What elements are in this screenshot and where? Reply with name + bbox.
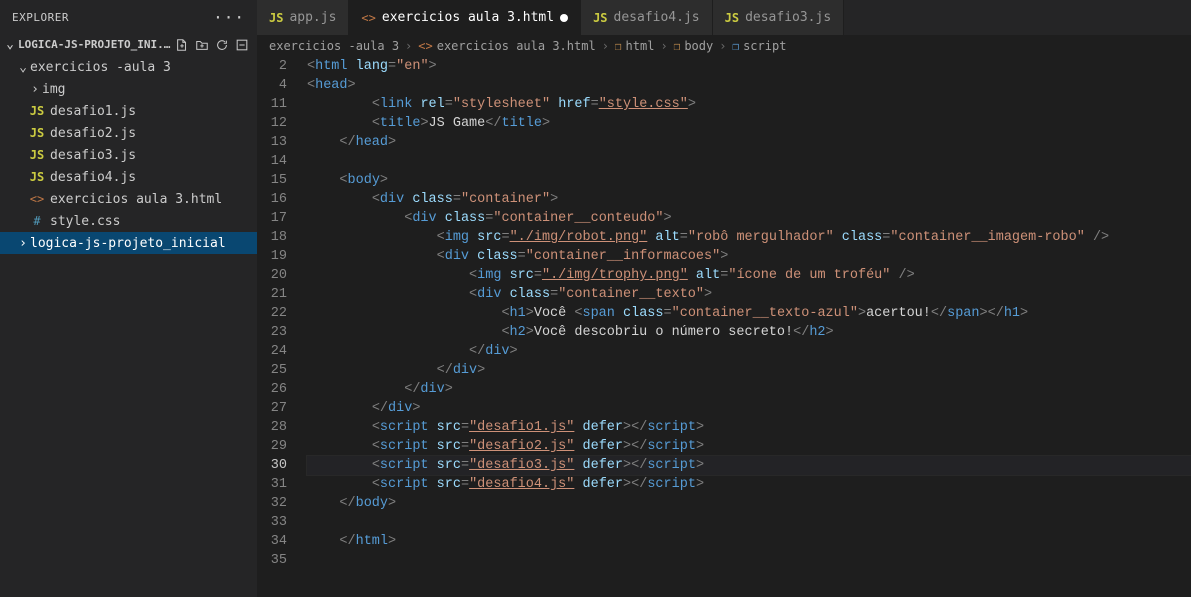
file-label: desafio1.js <box>50 104 136 119</box>
file-label: exercicios aula 3.html <box>50 192 222 207</box>
folder-img[interactable]: › img <box>0 78 257 100</box>
file-label: desafio3.js <box>50 148 136 163</box>
editor-area: JS app.js <> exercicios aula 3.html JS d… <box>257 0 1191 597</box>
line-gutter: 2411121314151617181920212223242526272829… <box>257 57 303 597</box>
cube-icon: ❒ <box>674 40 681 53</box>
project-row[interactable]: ⌄ LOGICA-JS-PROJETO_INI... <box>0 35 257 54</box>
file-exercicios-html[interactable]: <> exercicios aula 3.html <box>0 188 257 210</box>
crumb-body[interactable]: ❒body <box>674 39 714 53</box>
file-desafio1[interactable]: JS desafio1.js <box>0 100 257 122</box>
folder-logica-js-projeto-inicial[interactable]: › logica-js-projeto_inicial <box>0 232 257 254</box>
file-desafio3[interactable]: JS desafio3.js <box>0 144 257 166</box>
html-icon: <> <box>418 39 432 53</box>
js-icon: JS <box>269 11 283 25</box>
chevron-right-icon: › <box>28 82 42 97</box>
cube-icon: ❒ <box>615 40 622 53</box>
project-actions <box>175 38 253 52</box>
tab-bar: JS app.js <> exercicios aula 3.html JS d… <box>257 0 1191 35</box>
tab-label: app.js <box>289 10 336 25</box>
file-desafio4[interactable]: JS desafio4.js <box>0 166 257 188</box>
folder-label: logica-js-projeto_inicial <box>30 236 226 251</box>
html-icon: <> <box>361 11 375 25</box>
explorer-title: EXPLORER <box>12 11 69 24</box>
code-editor[interactable]: 2411121314151617181920212223242526272829… <box>257 57 1191 597</box>
tab-label: exercicios aula 3.html <box>382 10 554 25</box>
tab-desafio3[interactable]: JS desafio3.js <box>713 0 845 35</box>
file-label: img <box>42 82 65 97</box>
chevron-right-icon: › <box>660 39 667 53</box>
chevron-down-icon: ⌄ <box>2 37 18 52</box>
chevron-right-icon: › <box>405 39 412 53</box>
tab-app-js[interactable]: JS app.js <box>257 0 349 35</box>
collapse-icon[interactable] <box>235 38 249 52</box>
explorer-sidebar: EXPLORER ··· ⌄ LOGICA-JS-PROJETO_INI... … <box>0 0 257 597</box>
js-icon: JS <box>28 170 46 184</box>
js-icon: JS <box>593 11 607 25</box>
crumb-html[interactable]: ❒html <box>615 39 655 53</box>
file-label: desafio2.js <box>50 126 136 141</box>
js-icon: JS <box>725 11 739 25</box>
css-icon: # <box>28 214 46 228</box>
app-root: EXPLORER ··· ⌄ LOGICA-JS-PROJETO_INI... … <box>0 0 1191 597</box>
chevron-right-icon: › <box>719 39 726 53</box>
new-file-icon[interactable] <box>175 38 189 52</box>
refresh-icon[interactable] <box>215 38 229 52</box>
crumb-file[interactable]: <>exercicios aula 3.html <box>418 39 595 53</box>
crumb-folder[interactable]: exercicios -aula 3 <box>269 39 399 53</box>
html-icon: <> <box>28 192 46 206</box>
chevron-down-icon: ⌄ <box>16 60 30 75</box>
file-label: style.css <box>50 214 120 229</box>
tab-exercicios-html[interactable]: <> exercicios aula 3.html <box>349 0 581 35</box>
folder-row-exercicios[interactable]: ⌄ exercicios -aula 3 <box>0 56 257 78</box>
dirty-dot-icon <box>560 14 568 22</box>
chevron-right-icon: › <box>602 39 609 53</box>
file-desafio2[interactable]: JS desafio2.js <box>0 122 257 144</box>
tab-desafio4[interactable]: JS desafio4.js <box>581 0 713 35</box>
breadcrumbs[interactable]: exercicios -aula 3 › <>exercicios aula 3… <box>257 35 1191 57</box>
js-icon: JS <box>28 104 46 118</box>
file-tree: ⌄ exercicios -aula 3 › img JS desafio1.j… <box>0 54 257 254</box>
js-icon: JS <box>28 126 46 140</box>
chevron-right-icon: › <box>16 236 30 251</box>
file-label: desafio4.js <box>50 170 136 185</box>
crumb-script[interactable]: ❒script <box>732 39 786 53</box>
explorer-more-icon[interactable]: ··· <box>213 8 245 27</box>
explorer-header: EXPLORER ··· <box>0 0 257 35</box>
new-folder-icon[interactable] <box>195 38 209 52</box>
file-style-css[interactable]: # style.css <box>0 210 257 232</box>
tab-label: desafio4.js <box>614 10 700 25</box>
cube-icon: ❒ <box>732 40 739 53</box>
project-name: LOGICA-JS-PROJETO_INI... <box>18 38 175 51</box>
js-icon: JS <box>28 148 46 162</box>
folder-label: exercicios -aula 3 <box>30 60 171 75</box>
code-content[interactable]: <html lang="en"><head> <link rel="styles… <box>303 57 1191 597</box>
tab-label: desafio3.js <box>745 10 831 25</box>
